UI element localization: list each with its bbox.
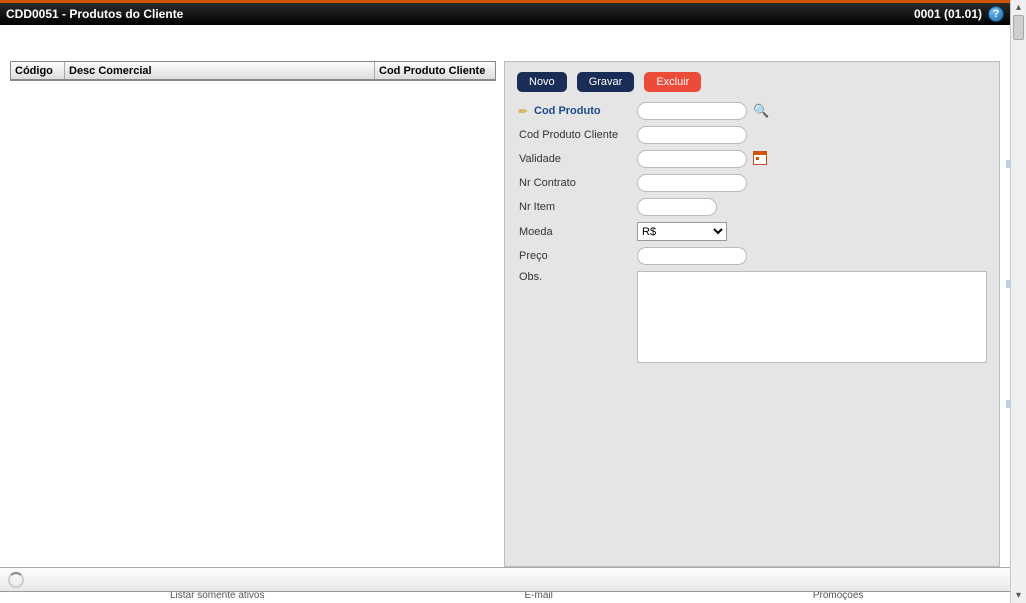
under-frag-2: E-mail <box>525 591 553 601</box>
col-desc[interactable]: Desc Comercial <box>65 62 375 79</box>
under-frag-1: Listar somente ativos <box>170 591 265 601</box>
status-bar <box>0 567 1010 591</box>
scroll-down-icon[interactable]: ▾ <box>1016 588 1021 603</box>
label-nr-contrato: Nr Contrato <box>517 177 637 189</box>
row-obs: Obs. <box>517 271 987 363</box>
scroll-thumb[interactable] <box>1013 15 1024 40</box>
novo-button[interactable]: Novo <box>517 72 567 92</box>
label-moeda: Moeda <box>517 226 637 238</box>
input-validade[interactable] <box>637 150 747 168</box>
select-moeda[interactable]: R$ <box>637 222 727 241</box>
row-validade: Validade <box>517 150 987 168</box>
col-codigo[interactable]: Código <box>11 62 65 79</box>
spinner-icon <box>8 572 24 588</box>
row-nr-contrato: Nr Contrato <box>517 174 987 192</box>
product-grid[interactable]: Código Desc Comercial Cod Produto Client… <box>10 61 496 81</box>
row-nr-item: Nr Item <box>517 198 987 216</box>
label-preco: Preço <box>517 250 637 262</box>
scroll-up-icon[interactable]: ▴ <box>1016 0 1021 15</box>
content-row: Código Desc Comercial Cod Produto Client… <box>0 25 1010 567</box>
outer-scrollbar[interactable]: ▴ ▾ <box>1010 0 1026 603</box>
input-cod-produto-cliente[interactable] <box>637 126 747 144</box>
excluir-button[interactable]: Excluir <box>644 72 701 92</box>
under-frag-3: Promoções <box>813 591 864 601</box>
inner-area: CDD0051 - Produtos do Cliente 0001 (01.0… <box>0 0 1010 603</box>
button-row: Novo Gravar Excluir <box>517 72 987 92</box>
input-preco[interactable] <box>637 247 747 265</box>
window-title: CDD0051 - Produtos do Cliente <box>6 7 914 21</box>
input-cod-produto[interactable] <box>637 102 747 120</box>
lookup-icon[interactable]: 🔍 <box>753 103 769 119</box>
calendar-icon[interactable] <box>753 151 767 168</box>
grid-header: Código Desc Comercial Cod Produto Client… <box>11 62 495 80</box>
input-nr-item[interactable] <box>637 198 717 216</box>
left-panel: Código Desc Comercial Cod Produto Client… <box>0 25 496 567</box>
key-icon: ✏ <box>517 105 529 118</box>
row-cod-produto: ✏ Cod Produto 🔍 <box>517 102 987 120</box>
textarea-obs[interactable] <box>637 271 987 363</box>
form-box: Novo Gravar Excluir ✏ Cod Produto 🔍 Cod … <box>504 61 1000 567</box>
gravar-button[interactable]: Gravar <box>577 72 635 92</box>
row-preco: Preço <box>517 247 987 265</box>
label-obs: Obs. <box>517 271 637 283</box>
label-cod-produto-cliente: Cod Produto Cliente <box>517 129 637 141</box>
input-nr-contrato[interactable] <box>637 174 747 192</box>
version-label: 0001 (01.01) <box>914 7 982 21</box>
label-validade: Validade <box>517 153 637 165</box>
help-icon[interactable]: ? <box>988 6 1004 22</box>
row-moeda: Moeda R$ <box>517 222 987 241</box>
app-window: ▴ ▾ CDD0051 - Produtos do Cliente 0001 (… <box>0 0 1026 603</box>
underlying-window-peek: Listar somente ativos E-mail Promoções <box>0 591 1010 603</box>
right-panel: Novo Gravar Excluir ✏ Cod Produto 🔍 Cod … <box>496 25 1010 567</box>
col-cpc[interactable]: Cod Produto Cliente <box>375 62 495 79</box>
title-bar: CDD0051 - Produtos do Cliente 0001 (01.0… <box>0 3 1010 25</box>
right-edge-artifact <box>1006 160 1010 420</box>
row-cod-produto-cliente: Cod Produto Cliente <box>517 126 987 144</box>
label-cod-produto: Cod Produto <box>532 105 637 117</box>
label-nr-item: Nr Item <box>517 201 637 213</box>
